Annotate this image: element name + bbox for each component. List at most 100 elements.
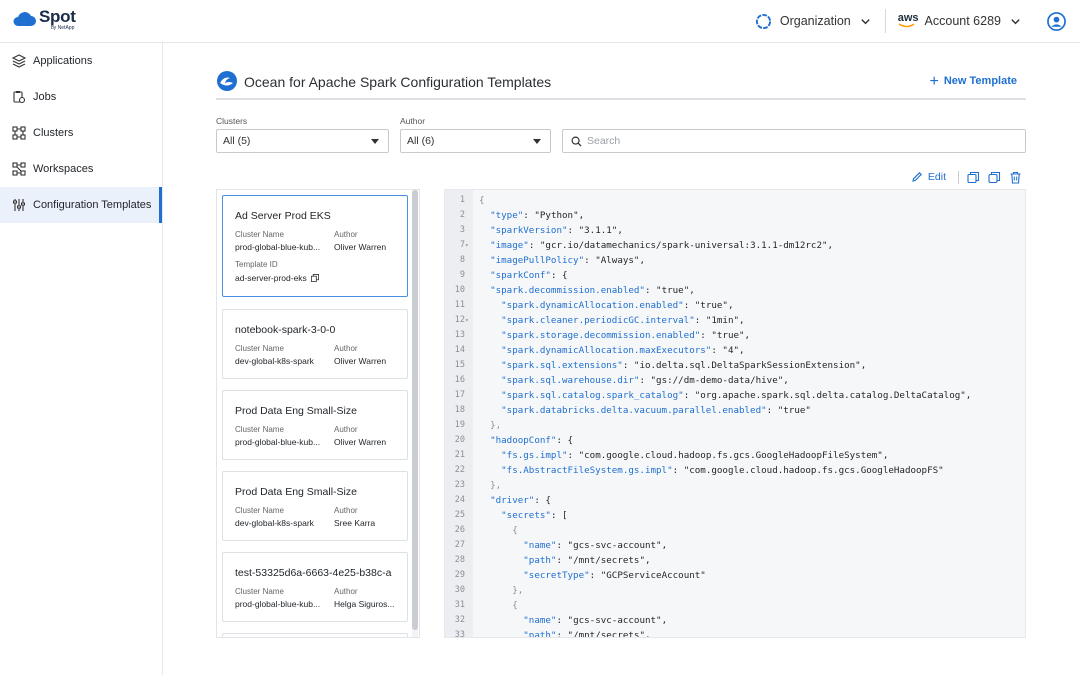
code-text: "image": "gcr.io/datamechanics/spark-uni… (490, 240, 834, 251)
search-input[interactable] (587, 133, 1007, 149)
cluster-name-label: Cluster Name (235, 344, 284, 353)
code-text: "spark.decommission.enabled": "true", (490, 285, 695, 296)
line-number: 13 (454, 330, 465, 340)
aws-logo: aws (897, 12, 919, 28)
code-text: "sparkConf": { (490, 270, 568, 281)
template-card[interactable]: notebook-spark-3-0-0 Cluster Name dev-gl… (222, 309, 408, 379)
line-number: 10 (454, 285, 465, 295)
code-text: "sparkVersion": "3.1.1", (490, 225, 623, 236)
code-text: "path": "/mnt/secrets", (523, 555, 651, 566)
code-text: "path": "/mnt/secrets", (523, 630, 651, 638)
trash-icon[interactable] (1009, 171, 1022, 184)
author-filter-label: Author (400, 116, 426, 126)
author-filter-value: All (6) (407, 135, 435, 147)
code-text: }, (490, 480, 502, 491)
author-filter-select[interactable]: All (6) (400, 129, 551, 153)
copy-icon[interactable] (988, 171, 1001, 184)
code-line: 28 "path": "/mnt/secrets", (445, 553, 1025, 568)
sidebar-item-clusters[interactable]: Clusters (0, 115, 162, 151)
code-line: 12 ▾ "spark.cleaner.periodicGC.interval":… (445, 313, 1025, 328)
copy-icon[interactable] (310, 274, 319, 282)
code-text: "spark.databricks.delta.vacuum.parallel.… (501, 405, 811, 416)
author-value: Oliver Warren (334, 242, 387, 252)
author-label: Author (334, 230, 358, 239)
template-card[interactable]: Prod Data Eng Small-Size Cluster Name de… (222, 471, 408, 541)
organization-selector[interactable]: Organization (755, 13, 871, 30)
edit-button[interactable]: Edit (911, 171, 946, 183)
fold-arrow-icon[interactable]: ▾ (465, 238, 469, 253)
template-title: Ad Server Prod EKS (235, 210, 331, 222)
code-text: "spark.sql.catalog.spark_catalog": "org.… (501, 390, 972, 401)
code-line: 14 "spark.dynamicAllocation.maxExecutors… (445, 343, 1025, 358)
duplicate-icon[interactable] (967, 171, 980, 184)
sidebar-item-configuration-templates[interactable]: Configuration Templates (0, 187, 162, 223)
template-card[interactable] (222, 633, 408, 637)
clusters-filter-select[interactable]: All (5) (216, 129, 389, 153)
line-number: 17 (454, 390, 465, 400)
code-line: 19 }, (445, 418, 1025, 433)
template-title: notebook-spark-3-0-0 (235, 324, 336, 336)
chevron-down-icon (1011, 18, 1020, 24)
code-text: { (512, 525, 518, 536)
code-line: 24 "driver": { (445, 493, 1025, 508)
sidebar-item-label: Workspaces (33, 163, 94, 175)
sidebar-item-applications[interactable]: Applications (0, 43, 162, 79)
sidebar-item-jobs[interactable]: Jobs (0, 79, 162, 115)
code-line: 32 "name": "gcs-svc-account", (445, 613, 1025, 628)
cluster-name-label: Cluster Name (235, 230, 284, 239)
line-number: 22 (454, 465, 465, 475)
cluster-name-value: dev-global-k8s-spark (235, 518, 314, 528)
template-card[interactable]: Prod Data Eng Small-Size Cluster Name pr… (222, 390, 408, 460)
caret-down-icon (371, 139, 379, 144)
chevron-down-icon (861, 18, 870, 24)
line-number: 12 (454, 315, 465, 325)
account-label: Account 6289 (924, 14, 1001, 28)
ocean-spark-icon (217, 71, 237, 91)
code-text: "spark.dynamicAllocation.enabled": "true… (501, 300, 734, 311)
line-number: 7 (459, 240, 465, 250)
line-number: 23 (454, 480, 465, 490)
code-text: "spark.storage.decommission.enabled": "t… (501, 330, 751, 341)
code-line: 11 "spark.dynamicAllocation.enabled": "t… (445, 298, 1025, 313)
list-scrollbar-thumb[interactable] (412, 190, 418, 630)
sidebar-item-label: Jobs (33, 91, 57, 103)
code-text: }, (512, 585, 524, 596)
author-value: Oliver Warren (334, 356, 387, 366)
code-line: 1{ (445, 193, 1025, 208)
cluster-name-label: Cluster Name (235, 506, 284, 515)
template-list: Ad Server Prod EKS Cluster Name prod-glo… (216, 189, 420, 638)
template-id-row: ad-server-prod-eks (235, 273, 319, 283)
line-number: 2 (459, 210, 465, 220)
sidebar: Applications Jobs Clusters Workspaces Co… (0, 43, 163, 675)
aws-label: aws (897, 12, 919, 24)
json-code-editor[interactable]: 1{2 "type": "Python", 3 "sparkVersion": "… (444, 189, 1026, 638)
layers-icon (12, 54, 26, 68)
new-template-label: New Template (943, 75, 1017, 87)
cluster-name-value: dev-global-k8s-spark (235, 356, 314, 366)
account-selector[interactable]: aws Account 6289 (897, 12, 1021, 28)
code-line: 27 "name": "gcs-svc-account", (445, 538, 1025, 553)
page-header: Ocean for Apache Spark Configuration Tem… (216, 70, 1026, 100)
code-text: "secretType": "GCPServiceAccount" (523, 570, 706, 581)
jobs-icon (13, 91, 26, 104)
sidebar-item-workspaces[interactable]: Workspaces (0, 151, 162, 187)
line-number: 14 (454, 345, 465, 355)
user-avatar-icon[interactable] (1047, 11, 1066, 31)
actions-divider (958, 170, 959, 184)
code-line: 18 "spark.databricks.delta.vacuum.parall… (445, 403, 1025, 418)
sliders-icon (13, 199, 25, 211)
new-template-button[interactable]: + New Template (930, 73, 1018, 89)
template-card[interactable]: test-53325d6a-6663-4e25-b38c-a Cluster N… (222, 552, 408, 622)
sidebar-item-label: Applications (33, 55, 93, 67)
template-card[interactable]: Ad Server Prod EKS Cluster Name prod-glo… (222, 195, 408, 297)
code-line: 13 "spark.storage.decommission.enabled":… (445, 328, 1025, 343)
code-line: 7 ▾ "image": "gcr.io/datamechanics/spark-… (445, 238, 1025, 253)
spot-logo[interactable]: Spot by NetApp (12, 8, 76, 32)
cluster-name-value: prod-global-blue-kub... (235, 242, 321, 252)
top-header: Spot by NetApp Organization aws Account … (0, 0, 1080, 43)
cluster-name-label: Cluster Name (235, 587, 284, 596)
line-number: 20 (454, 435, 465, 445)
code-text: "name": "gcs-svc-account", (523, 615, 668, 626)
line-number: 8 (459, 255, 465, 265)
fold-arrow-icon[interactable]: ▾ (465, 313, 469, 328)
